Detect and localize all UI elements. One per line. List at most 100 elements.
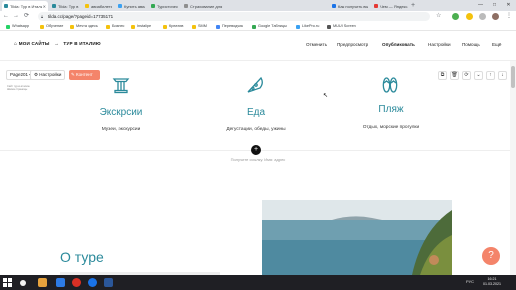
publish-link[interactable]: Опубликовать (382, 42, 415, 47)
extension-icon[interactable] (479, 13, 486, 20)
folder-icon (70, 24, 74, 29)
content-icon: ✎ (71, 72, 75, 77)
back-icon[interactable]: ← (3, 12, 9, 21)
search-icon[interactable] (20, 280, 26, 286)
feature-subtitle: Отдых, морские прогулки (362, 125, 420, 130)
opera-icon[interactable] (72, 278, 81, 287)
app-icon[interactable] (56, 278, 65, 287)
minimize-button[interactable]: — (474, 0, 487, 11)
refresh-block-icon[interactable]: ⟳ (462, 71, 471, 80)
tab-title: Чем — Яндекс.В (380, 3, 408, 9)
bookmark-item[interactable]: LikePro.ru (296, 23, 319, 30)
explorer-icon[interactable] (38, 278, 47, 287)
scrollbar-thumb[interactable] (511, 66, 515, 88)
more-link[interactable]: Ещё (492, 42, 501, 47)
help-button[interactable]: ? (482, 247, 500, 265)
copy-block-icon[interactable]: ⧉ (438, 71, 447, 80)
new-tab-button[interactable]: + (411, 1, 415, 10)
column-icon (112, 78, 130, 94)
bookmark-icon (6, 24, 10, 29)
bookmark-label: LikePro.ru (302, 24, 320, 28)
menu-icon[interactable]: ⋮ (506, 12, 512, 21)
avatar[interactable] (492, 13, 499, 20)
move-up-icon[interactable]: ↑ (486, 71, 495, 80)
extension-icon[interactable] (452, 13, 459, 20)
forward-icon[interactable]: → (13, 12, 19, 21)
tab-favicon-icon (151, 4, 155, 8)
scrollbar[interactable] (510, 61, 516, 275)
folder-icon (192, 24, 196, 29)
bookmark-label: Google Таблицы (258, 24, 287, 28)
bookmark-item[interactable]: MUUI Screen (327, 23, 356, 30)
word-icon[interactable] (104, 278, 113, 287)
windows-taskbar: РУС 16:21 01.03.2021 (0, 275, 516, 290)
breadcrumb-arrow-icon: → (54, 41, 59, 46)
folder-icon (163, 24, 167, 29)
add-block-button[interactable]: + (251, 145, 261, 155)
bookmark-item[interactable]: Креатив (163, 23, 183, 30)
bookmark-item[interactable]: Whatsapp (6, 23, 29, 30)
maximize-button[interactable]: □ (488, 0, 501, 11)
tab-favicon-icon (4, 4, 8, 8)
preview-link[interactable]: Предпросмотр (337, 42, 368, 47)
bookmark-item[interactable]: Бизнес (106, 23, 124, 30)
language-indicator[interactable]: РУС (466, 279, 474, 284)
tab-close-icon[interactable]: ✕ (43, 4, 46, 9)
browser-tab[interactable]: авиабилеты — Я (83, 1, 114, 11)
page-select-label: Page201 (10, 72, 29, 77)
block-info-line: Шапка страницы (7, 88, 28, 91)
bookmarks-bar: Whatsapp Обучение Мечта здесь Бизнес Ins… (0, 22, 516, 31)
bookmark-label: Обучение (46, 24, 64, 28)
clock[interactable]: 16:21 01.03.2021 (481, 277, 503, 287)
delete-block-icon[interactable]: 🗑 (450, 71, 459, 80)
feature-subtitle: Музеи, экскурсии (101, 127, 141, 132)
hint-text: Получите ссылку. Имя: адрес (230, 157, 286, 162)
bookmark-item[interactable]: Переводчик (216, 23, 243, 30)
bookmark-label: Переводчик (222, 24, 244, 28)
browser-tab[interactable]: Как получить вы (330, 1, 370, 11)
chrome-icon[interactable] (88, 278, 97, 287)
tab-title: Туристические с (157, 3, 178, 9)
bookmark-item[interactable]: Мечта здесь (70, 23, 98, 30)
reload-icon[interactable]: ⟳ (24, 12, 29, 21)
content-label: Контент (76, 72, 93, 77)
breadcrumb-current[interactable]: ТУР В ИТАЛИЮ (63, 41, 100, 46)
settings-label: Настройки (39, 72, 62, 77)
browser-tab[interactable]: Купить авиабиле (116, 1, 147, 11)
sheets-icon (252, 24, 256, 29)
collapse-block-icon[interactable]: ⌄ (474, 71, 483, 80)
browser-tab[interactable]: Страхование для (182, 1, 228, 11)
block-settings-button[interactable]: ⚙ Настройки (30, 70, 66, 80)
mouse-cursor-icon: ↖ (323, 93, 329, 99)
bookmark-icon (296, 24, 300, 29)
bookmark-label: Мечта здесь (76, 24, 98, 28)
url-input[interactable]: 🔒︎ tilda.cc/page/?pageid=17735171 (38, 12, 430, 21)
star-icon[interactable]: ☆ (436, 12, 441, 21)
browser-tab[interactable]: Туристические с (149, 1, 180, 11)
close-window-button[interactable]: ✕ (502, 0, 515, 11)
browser-tab[interactable]: Tilda: Тур в Италию (50, 1, 81, 11)
feature-title: Пляж (378, 104, 404, 115)
bookmark-item[interactable]: Instalipe (131, 23, 151, 30)
content-button[interactable]: ✎ Контент (69, 70, 100, 80)
settings-link[interactable]: Настройки (428, 42, 451, 47)
tab-title: Tilda: Тур в Италию (58, 3, 79, 9)
translate-icon (216, 24, 220, 29)
bookmark-item[interactable]: SMM (192, 23, 207, 30)
help-link[interactable]: Помощь (462, 42, 480, 47)
tab-title: авиабилеты — Я (91, 3, 112, 9)
tab-title: Tilda: Тур в Италию (10, 3, 42, 9)
breadcrumb-home[interactable]: МОИ САЙТЫ (19, 41, 50, 46)
bookmark-item[interactable]: Обучение (40, 23, 63, 30)
browser-tab[interactable]: Tilda: Тур в Италию ✕ (2, 1, 48, 11)
home-icon[interactable]: ⌂ (14, 41, 17, 47)
bookmark-label: Креатив (169, 24, 184, 28)
bookmark-label: Бизнес (112, 24, 125, 28)
bookmark-item[interactable]: Google Таблицы (252, 23, 287, 30)
extension-icon[interactable] (466, 13, 473, 20)
windows-start-icon[interactable] (3, 278, 12, 287)
undo-link[interactable]: Отменить (306, 42, 327, 47)
browser-tab[interactable]: Чем — Яндекс.В (372, 1, 410, 11)
browser-tab-strip: Tilda: Тур в Италию ✕ Tilda: Тур в Итали… (0, 0, 516, 11)
move-down-icon[interactable]: ↓ (498, 71, 507, 80)
